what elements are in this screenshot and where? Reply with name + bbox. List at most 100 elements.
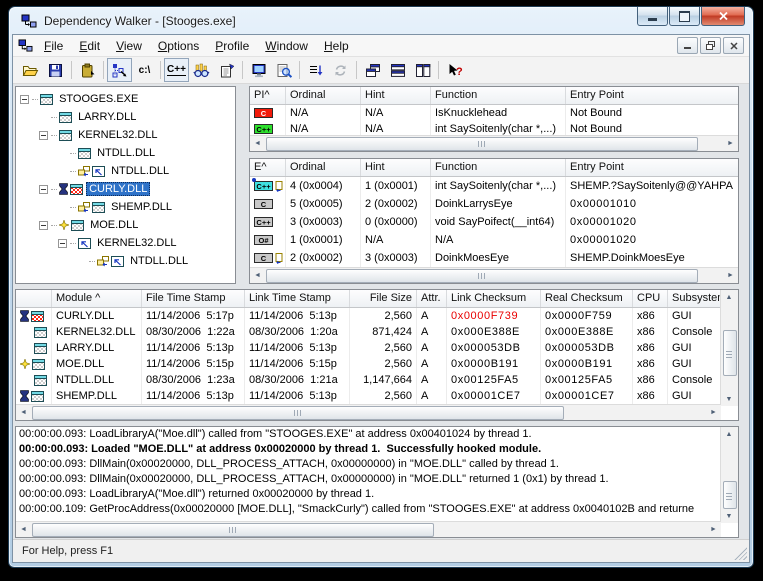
column-header[interactable]: PI^	[250, 87, 286, 104]
system-info-button[interactable]	[246, 58, 271, 82]
scroll-right-arrow[interactable]: ►	[723, 268, 738, 282]
auto-expand-button[interactable]	[107, 58, 132, 82]
column-header[interactable]: Subsystem	[668, 290, 723, 307]
column-header[interactable]: Entry Point	[566, 159, 738, 176]
mdi-document-icon[interactable]	[18, 39, 33, 52]
scrollbar-thumb[interactable]	[32, 523, 434, 537]
column-header[interactable]: Ordinal	[286, 87, 361, 104]
export-row[interactable]: C++ 4 (0x0004) 1 (0x0001) int SaySoitenl…	[250, 177, 738, 195]
export-row[interactable]: C 5 (0x0005) 2 (0x0002) DoinkLarrysEye 0…	[250, 195, 738, 213]
tile-horizontal-button[interactable]	[385, 58, 410, 82]
properties-button[interactable]	[214, 58, 239, 82]
collapse-toggle[interactable]	[58, 239, 67, 248]
cascade-windows-button[interactable]	[360, 58, 385, 82]
log-vertical-scrollbar[interactable]: ▲ ▼	[720, 427, 738, 523]
module-row[interactable]: SHEMP.DLL 11/14/2006 5:13p 11/14/2006 5:…	[16, 388, 721, 404]
module-row[interactable]: NTDLL.DLL 08/30/2006 1:23a 08/30/2006 1:…	[16, 372, 721, 388]
menu-options[interactable]: Options	[150, 37, 207, 55]
scroll-left-arrow[interactable]: ◄	[250, 136, 265, 150]
collapse-toggle[interactable]	[39, 131, 48, 140]
module-row[interactable]: CURLY.DLL 11/14/2006 5:17p 11/14/2006 5:…	[16, 308, 721, 324]
menu-file[interactable]: File	[36, 37, 71, 55]
column-header[interactable]: Entry Point	[566, 87, 738, 104]
collapse-toggle[interactable]	[39, 221, 48, 230]
log-horizontal-scrollbar[interactable]: ◄ ►	[16, 521, 721, 537]
scrollbar-thumb[interactable]	[723, 481, 737, 509]
tree-row-selected[interactable]: CURLY.DLL	[16, 180, 235, 198]
module-row[interactable]: KERNEL32.DLL 08/30/2006 1:22a 08/30/2006…	[16, 324, 721, 340]
tree-row[interactable]: MOE.DLL	[16, 216, 235, 234]
tree-row[interactable]: NTDLL.DLL	[16, 162, 235, 180]
resize-grip[interactable]	[734, 547, 747, 560]
copy-button[interactable]	[75, 58, 100, 82]
column-header[interactable]: Link Checksum	[447, 290, 541, 307]
scroll-up-arrow[interactable]: ▲	[721, 290, 737, 304]
mdi-restore-button[interactable]	[700, 37, 721, 54]
scroll-down-arrow[interactable]: ▼	[721, 509, 737, 523]
modules-vertical-scrollbar[interactable]: ▲ ▼	[720, 290, 738, 406]
full-paths-button[interactable]: c:\	[132, 58, 157, 82]
parent-imports-pane[interactable]: PI^ Ordinal Hint Function Entry Point C …	[249, 86, 739, 152]
undecorate-button[interactable]: C++	[164, 58, 189, 82]
export-row[interactable]: C 2 (0x0002) 3 (0x0003) DoinkMoesEye SHE…	[250, 249, 738, 267]
module-row[interactable]: MOE.DLL 11/14/2006 5:15p 11/14/2006 5:15…	[16, 356, 721, 372]
column-header[interactable]: File Time Stamp	[142, 290, 245, 307]
mdi-close-button[interactable]	[723, 37, 744, 54]
scroll-down-arrow[interactable]: ▼	[721, 392, 737, 406]
column-header[interactable]	[16, 290, 52, 307]
minimize-button[interactable]	[637, 7, 668, 26]
context-help-button[interactable]: ?	[442, 58, 467, 82]
tree-row[interactable]: STOOGES.EXE	[16, 90, 235, 108]
export-row[interactable]: C++ 3 (0x0003) 0 (0x0000) void SayPoifec…	[250, 213, 738, 231]
module-row[interactable]: LARRY.DLL 11/14/2006 5:13p 11/14/2006 5:…	[16, 340, 721, 356]
mdi-minimize-button[interactable]	[677, 37, 698, 54]
collapse-toggle[interactable]	[20, 95, 29, 104]
scroll-right-arrow[interactable]: ►	[706, 405, 721, 419]
column-header[interactable]: CPU	[633, 290, 668, 307]
scrollbar-thumb[interactable]	[266, 269, 698, 283]
column-header[interactable]: Ordinal	[286, 159, 361, 176]
menu-view[interactable]: View	[108, 37, 150, 55]
menu-edit[interactable]: Edit	[71, 37, 108, 55]
open-button[interactable]	[18, 58, 43, 82]
scroll-left-arrow[interactable]: ◄	[16, 522, 31, 536]
module-tree-pane[interactable]: STOOGES.EXE LARRY.DLL KERNEL32.DLL NTDLL…	[15, 86, 236, 284]
tile-vertical-button[interactable]	[410, 58, 435, 82]
imports-horizontal-scrollbar[interactable]: ◄ ►	[250, 135, 738, 151]
external-viewer-button[interactable]	[189, 58, 214, 82]
scroll-up-arrow[interactable]: ▲	[721, 427, 737, 441]
close-button[interactable]	[701, 7, 745, 26]
column-header[interactable]: Module ^	[52, 290, 142, 307]
column-header[interactable]: E^	[250, 159, 286, 176]
title-bar[interactable]: Dependency Walker - [Stooges.exe]	[9, 7, 753, 34]
tree-row[interactable]: KERNEL32.DLL	[16, 126, 235, 144]
export-row[interactable]: O# 1 (0x0001) N/A N/A 0x00001020	[250, 231, 738, 249]
exports-pane[interactable]: E^ Ordinal Hint Function Entry Point C++…	[249, 158, 739, 284]
modules-list-pane[interactable]: Module ^ File Time Stamp Link Time Stamp…	[15, 289, 739, 421]
scrollbar-thumb[interactable]	[266, 137, 698, 151]
column-header[interactable]: File Size	[350, 290, 417, 307]
tree-row[interactable]: KERNEL32.DLL	[16, 234, 235, 252]
log-pane[interactable]: 00:00:00.093: LoadLibraryA("Moe.dll") ca…	[15, 426, 739, 538]
menu-help[interactable]: Help	[316, 37, 357, 55]
tree-row[interactable]: NTDLL.DLL	[16, 252, 235, 270]
column-header[interactable]: Function	[431, 87, 566, 104]
sort-button[interactable]	[303, 58, 328, 82]
tree-row[interactable]: NTDLL.DLL	[16, 144, 235, 162]
column-header[interactable]: Real Checksum	[541, 290, 633, 307]
refresh-button[interactable]	[328, 58, 353, 82]
column-header[interactable]: Hint	[361, 87, 431, 104]
tree-row[interactable]: SHEMP.DLL	[16, 198, 235, 216]
column-header[interactable]: Attr.	[417, 290, 447, 307]
scrollbar-thumb[interactable]	[32, 406, 564, 420]
column-header[interactable]: Function	[431, 159, 566, 176]
collapse-toggle[interactable]	[39, 185, 48, 194]
search-button[interactable]	[271, 58, 296, 82]
scroll-left-arrow[interactable]: ◄	[16, 405, 31, 419]
modules-horizontal-scrollbar[interactable]: ◄ ►	[16, 404, 721, 420]
scroll-right-arrow[interactable]: ►	[723, 136, 738, 150]
scroll-right-arrow[interactable]: ►	[706, 522, 721, 536]
scroll-left-arrow[interactable]: ◄	[250, 268, 265, 282]
exports-horizontal-scrollbar[interactable]: ◄ ►	[250, 267, 738, 283]
save-button[interactable]	[43, 58, 68, 82]
